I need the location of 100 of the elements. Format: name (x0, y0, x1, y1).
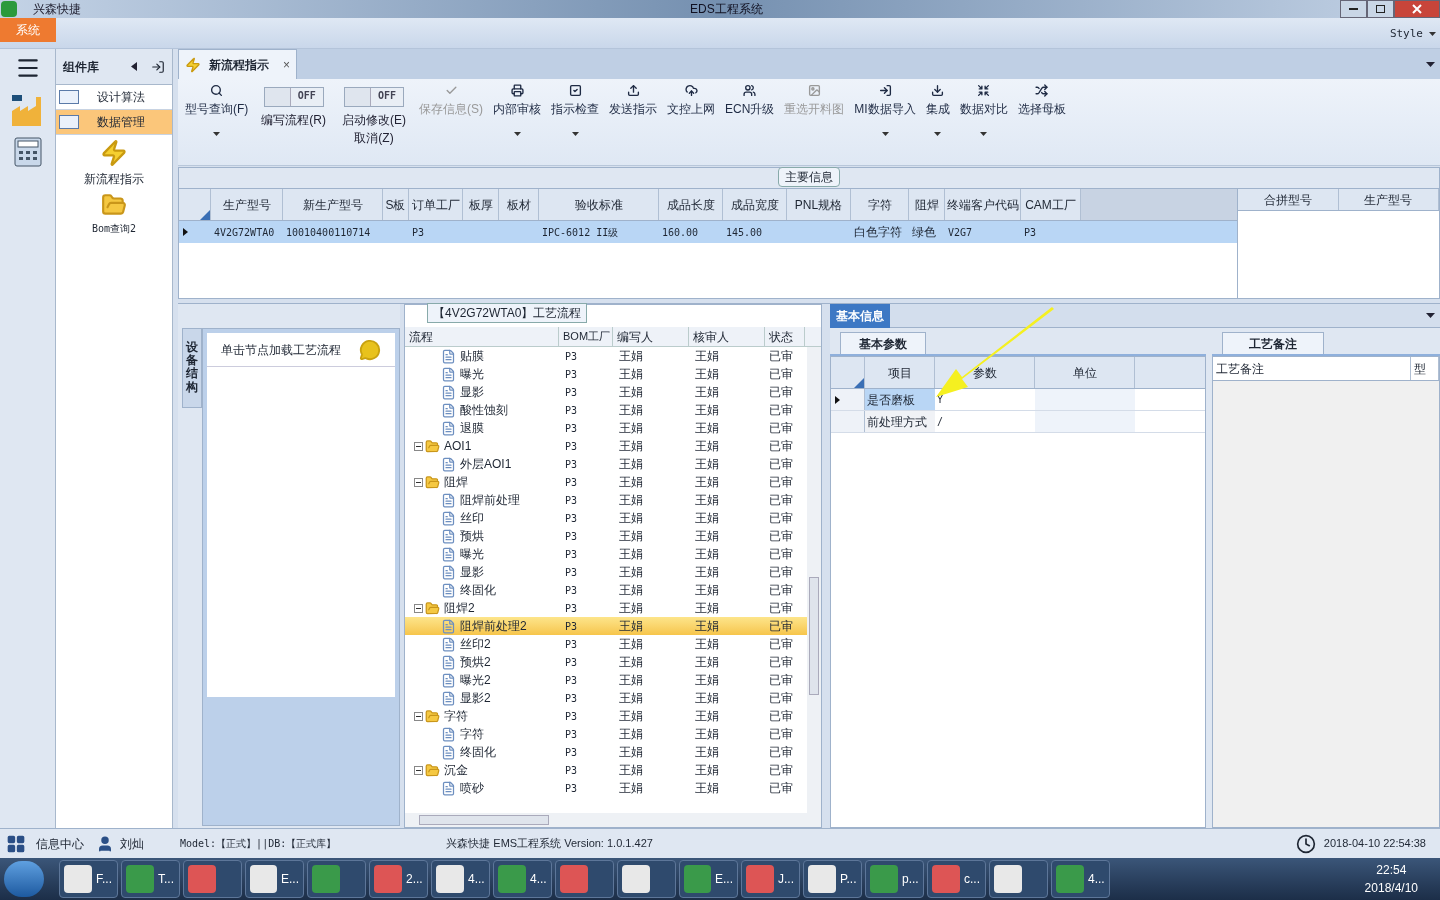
column-header[interactable]: 验收标准 (539, 189, 659, 220)
taskbar-button[interactable]: 4... (1051, 860, 1110, 898)
toolbar-button[interactable]: 发送指示 (604, 79, 662, 145)
column-header[interactable]: BOM工厂 (559, 327, 613, 346)
column-header[interactable]: 板厚 (463, 189, 499, 220)
tree-row[interactable]: 曝光2 P3 王娟 王娟 已审 (405, 671, 807, 689)
column-header[interactable]: 阻焊 (909, 189, 945, 220)
column-header[interactable]: 合拼型号 (1238, 189, 1339, 210)
collapse-left-icon[interactable] (131, 62, 137, 71)
tree-row[interactable]: 曝光 P3 王娟 王娟 已审 (405, 365, 807, 383)
tree-row[interactable]: 丝印 P3 王娟 王娟 已审 (405, 509, 807, 527)
tree-row[interactable]: 显影2 P3 王娟 王娟 已审 (405, 689, 807, 707)
tree-row[interactable]: 阻焊2 P3 王娟 王娟 已审 (405, 599, 807, 617)
taskbar-button[interactable]: F... (59, 860, 118, 898)
tree-row[interactable]: 酸性蚀刻 P3 王娟 王娟 已审 (405, 401, 807, 419)
table-row[interactable]: 4V2G72WTA0 10010400110714 P3 IPC-6012 II级 160.00 145.00 白色字符 绿色 V2G7 P3 (179, 221, 1237, 243)
nav-item[interactable]: 数据管理 (56, 110, 172, 135)
column-header[interactable]: 终端客户代码 (945, 189, 1021, 220)
column-header[interactable]: 生产型号 (1338, 189, 1439, 210)
minimize-button[interactable] (1340, 0, 1367, 18)
toolbar-button[interactable]: 内部审核 (488, 79, 546, 145)
taskbar-button[interactable]: P... (803, 860, 862, 898)
taskbar-button[interactable]: 4... (431, 860, 490, 898)
column-header[interactable]: S板 (383, 189, 409, 220)
sub-tab[interactable]: 工艺备注 (1222, 332, 1324, 354)
corner-icon[interactable] (854, 378, 864, 388)
column-header[interactable]: 状态 (765, 327, 805, 346)
tree-row[interactable]: 喷砂 P3 王娟 王娟 已审 (405, 779, 807, 797)
column-header[interactable]: 流程 (405, 327, 559, 346)
vertical-tab[interactable]: 设备结构 (182, 328, 202, 408)
taskbar-button[interactable]: T... (121, 860, 180, 898)
tree-row[interactable]: 预烘 P3 王娟 王娟 已审 (405, 527, 807, 545)
tree-row[interactable]: 沉金 P3 王娟 王娟 已审 (405, 761, 807, 779)
column-header[interactable]: 项目 (865, 357, 935, 388)
tree-row[interactable]: 曝光 P3 王娟 王娟 已审 (405, 545, 807, 563)
sub-tab[interactable]: 基本参数 (840, 332, 926, 354)
column-header[interactable]: 工艺备注 (1213, 357, 1411, 380)
toolbar-button[interactable]: 选择母板 (1012, 79, 1071, 145)
collapse-toggle[interactable] (414, 711, 423, 721)
taskbar-button[interactable]: E... (679, 860, 738, 898)
tree-row[interactable]: 丝印2 P3 王娟 王娟 已审 (405, 635, 807, 653)
dropdown-icon[interactable] (1426, 313, 1435, 318)
close-tab-icon[interactable]: × (283, 55, 290, 74)
tree-row[interactable]: 字符 P3 王娟 王娟 已审 (405, 725, 807, 743)
table-cell[interactable]: / (935, 411, 1035, 432)
column-header[interactable]: 成品宽度 (723, 189, 787, 220)
section-tab[interactable]: 基本信息 (830, 303, 890, 328)
style-menu[interactable]: Style (1389, 26, 1436, 43)
horizontal-scrollbar[interactable] (405, 813, 821, 827)
toolbar-button[interactable]: 文控上网 (662, 79, 720, 145)
tree-row[interactable]: 终固化 P3 王娟 王娟 已审 (405, 581, 807, 599)
tree-row[interactable]: 贴膜 P3 王娟 王娟 已审 (405, 347, 807, 365)
table-cell[interactable]: Y (935, 389, 1035, 410)
start-button[interactable] (4, 861, 44, 897)
column-header[interactable]: PNL规格 (787, 189, 851, 220)
tree-row[interactable]: AOI1 P3 王娟 王娟 已审 (405, 437, 807, 455)
column-header[interactable]: 核审人 (689, 327, 765, 346)
toggle-switch[interactable]: OFF (344, 87, 404, 107)
taskbar-button[interactable]: J... (741, 860, 800, 898)
toolbar-label[interactable]: 启动修改(E) (342, 111, 406, 129)
tree-row[interactable]: 阻焊 P3 王娟 王娟 已审 (405, 473, 807, 491)
maximize-button[interactable] (1367, 0, 1394, 18)
tree-row[interactable]: 显影 P3 王娟 王娟 已审 (405, 563, 807, 581)
taskbar-button[interactable] (617, 860, 676, 898)
column-header[interactable]: 成品长度 (659, 189, 723, 220)
tree-row[interactable]: 显影 P3 王娟 王娟 已审 (405, 383, 807, 401)
tree-row[interactable]: 阻焊前处理2 P3 王娟 王娟 已审 (405, 617, 807, 635)
column-header[interactable]: 型 (1411, 357, 1439, 380)
collapse-toggle[interactable] (414, 477, 423, 487)
collapse-toggle[interactable] (414, 603, 423, 613)
toolbar-button[interactable]: ECN升级 (720, 79, 780, 145)
scrollbar[interactable] (807, 347, 821, 813)
tree-row[interactable]: 预烘2 P3 王娟 王娟 已审 (405, 653, 807, 671)
column-header[interactable]: 新生产型号 (283, 189, 383, 220)
toolbar-button[interactable]: MI数据导入 (849, 79, 921, 145)
taskbar-button[interactable]: p... (865, 860, 924, 898)
taskbar-button[interactable]: E... (245, 860, 304, 898)
taskbar-button[interactable]: c... (927, 860, 986, 898)
tool-launcher[interactable]: Bom查询2 (56, 192, 172, 236)
toolbar-label[interactable]: 取消(Z) (354, 129, 394, 147)
taskbar-button[interactable]: 4... (493, 860, 552, 898)
tree-row[interactable]: 退膜 P3 王娟 王娟 已审 (405, 419, 807, 437)
close-button[interactable] (1394, 0, 1440, 18)
toolbar-button[interactable]: 集成 (920, 79, 955, 145)
toolbar-button[interactable]: 型号查询(F) (180, 79, 254, 145)
column-header[interactable]: 单位 (1035, 357, 1135, 388)
column-header[interactable]: 板材 (499, 189, 539, 220)
tree-row[interactable]: 外层AOI1 P3 王娟 王娟 已审 (405, 455, 807, 473)
column-header[interactable]: 生产型号 (211, 189, 283, 220)
info-center-link[interactable]: 信息中心 (36, 834, 84, 853)
toolbar-label[interactable]: 编写流程(R) (261, 111, 326, 129)
pin-icon[interactable] (151, 59, 165, 74)
tree-row[interactable]: 字符 P3 王娟 王娟 已审 (405, 707, 807, 725)
column-header[interactable]: 订单工厂 (409, 189, 463, 220)
column-header[interactable]: 字符 (851, 189, 909, 220)
tree-row[interactable]: 终固化 P3 王娟 王娟 已审 (405, 743, 807, 761)
corner-icon[interactable] (200, 210, 210, 220)
collapse-toggle[interactable] (414, 441, 423, 451)
taskbar-button[interactable]: 2... (369, 860, 428, 898)
document-tab[interactable]: 新流程指示 × (178, 49, 297, 79)
